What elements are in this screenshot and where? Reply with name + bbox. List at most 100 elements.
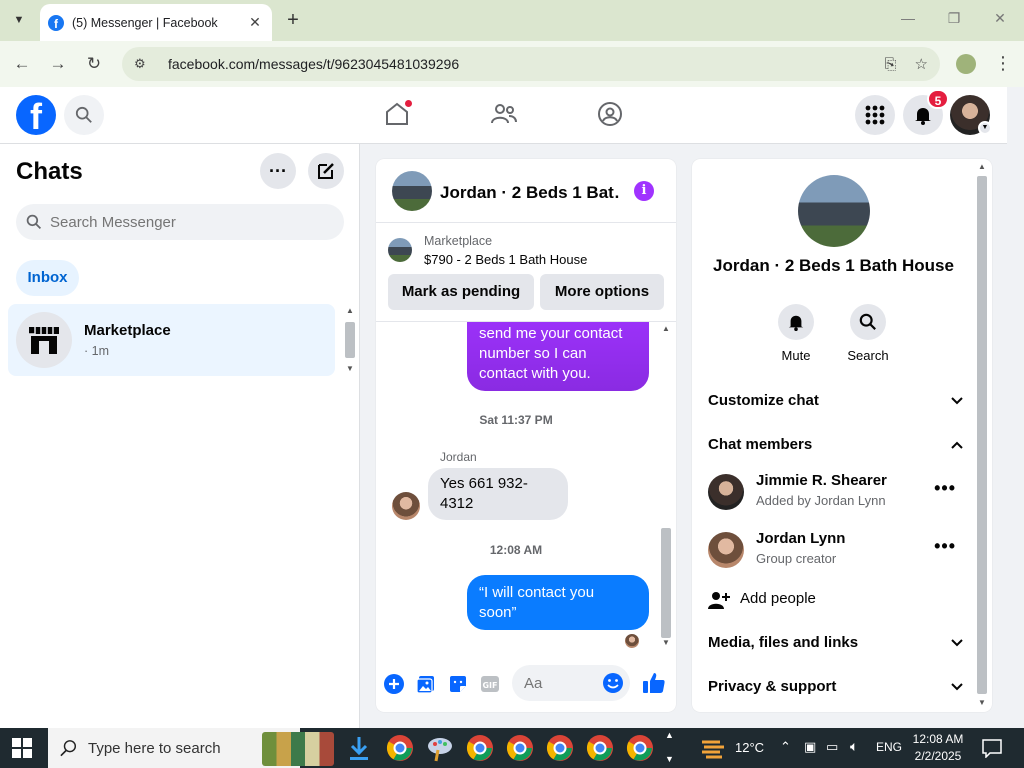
messenger-search-input[interactable] bbox=[50, 213, 330, 231]
info-panel-scrollbar[interactable]: ▲ ▼ bbox=[975, 162, 989, 710]
chats-options-button[interactable]: ··· bbox=[260, 153, 296, 189]
member-row[interactable]: Jimmie R. Shearer Added by Jordan Lynn •… bbox=[708, 468, 964, 516]
facebook-logo-icon[interactable]: f bbox=[16, 95, 56, 135]
sticker-icon[interactable] bbox=[447, 673, 469, 695]
widget-books-icon[interactable] bbox=[262, 732, 334, 766]
show-hidden-icons-chevron-icon[interactable]: ⌃ bbox=[780, 739, 791, 755]
add-person-icon bbox=[708, 592, 730, 609]
message-bubble-outgoing[interactable]: send me your contact number so I can con… bbox=[467, 322, 649, 391]
facebook-search-icon[interactable] bbox=[64, 95, 104, 135]
windows-start-icon[interactable] bbox=[12, 738, 32, 758]
meet-now-icon[interactable]: ▣ bbox=[804, 739, 816, 755]
messenger-search-field[interactable] bbox=[16, 204, 344, 240]
chrome-icon[interactable] bbox=[506, 734, 534, 762]
member-row[interactable]: Jordan Lynn Group creator ••• bbox=[708, 526, 964, 574]
messages-scroll-thumb[interactable] bbox=[661, 528, 671, 638]
privacy-support-row[interactable]: Privacy & support bbox=[708, 678, 964, 695]
clock-date[interactable]: 2/2/2025 bbox=[912, 749, 964, 763]
jordan-avatar[interactable] bbox=[392, 492, 420, 520]
chats-title: Chats bbox=[16, 158, 83, 185]
language-indicator[interactable]: ENG bbox=[876, 740, 902, 754]
chat-members-row[interactable]: Chat members bbox=[708, 436, 964, 453]
site-settings-icon[interactable]: ⚙ bbox=[134, 56, 152, 72]
forward-arrow-icon[interactable]: → bbox=[47, 53, 69, 75]
notifications-center-icon[interactable] bbox=[982, 738, 1002, 758]
new-tab-plus-icon[interactable]: + bbox=[283, 9, 303, 32]
tab-title: (5) Messenger | Facebook bbox=[72, 15, 218, 30]
conversation-title[interactable]: Jordan · 2 Beds 1 Bat… bbox=[440, 183, 620, 203]
scroll-down-icon[interactable]: ▼ bbox=[346, 364, 354, 373]
chrome-icon[interactable] bbox=[466, 734, 494, 762]
weather-icon[interactable] bbox=[700, 736, 726, 760]
thread-marketplace[interactable]: Marketplace · 1m bbox=[8, 304, 335, 376]
listing-price-title[interactable]: $790 - 2 Beds 1 Bath House bbox=[424, 252, 587, 267]
chrome-icon[interactable] bbox=[626, 734, 654, 762]
friends-icon[interactable] bbox=[489, 99, 519, 129]
search-in-conversation-button[interactable]: Search bbox=[838, 304, 898, 363]
minimize-icon[interactable]: — bbox=[898, 10, 918, 26]
network-icon[interactable]: ▭ bbox=[826, 739, 838, 755]
like-thumbs-up-icon[interactable] bbox=[642, 671, 666, 695]
message-input[interactable] bbox=[524, 674, 594, 692]
scroll-down-icon[interactable]: ▼ bbox=[662, 638, 670, 647]
scroll-down-icon[interactable]: ▼ bbox=[978, 698, 986, 707]
account-chevron-down-icon[interactable]: ▼ bbox=[978, 121, 992, 135]
mark-as-pending-button[interactable]: Mark as pending bbox=[388, 274, 534, 310]
tab-close-icon[interactable]: ✕ bbox=[246, 14, 264, 31]
gif-icon[interactable]: GIF bbox=[479, 673, 501, 695]
chrome-icon[interactable] bbox=[386, 734, 414, 762]
member-avatar[interactable] bbox=[708, 532, 744, 568]
taskbar-scroll-up-icon[interactable]: ▲ bbox=[665, 730, 674, 740]
chrome-icon[interactable] bbox=[586, 734, 614, 762]
group-photo[interactable] bbox=[798, 175, 870, 247]
scroll-up-icon[interactable]: ▲ bbox=[346, 306, 354, 315]
chats-scroll-thumb[interactable] bbox=[345, 322, 355, 358]
message-bubble-outgoing[interactable]: “I will contact you soon” bbox=[467, 575, 649, 630]
browser-profile-icon[interactable] bbox=[956, 54, 976, 74]
volume-icon[interactable]: 🔈︎ bbox=[850, 738, 858, 755]
page-scrollbar[interactable] bbox=[1007, 87, 1024, 728]
listing-thumbnail[interactable] bbox=[388, 238, 412, 262]
conversation-info-icon[interactable]: i bbox=[634, 181, 654, 201]
inbox-filter-tab[interactable]: Inbox bbox=[16, 260, 79, 296]
member-options-icon[interactable]: ••• bbox=[934, 536, 956, 557]
media-files-links-row[interactable]: Media, files and links bbox=[708, 634, 964, 651]
message-bubble-incoming[interactable]: Yes 661 932- 4312 bbox=[428, 468, 568, 520]
message-input-field[interactable] bbox=[512, 665, 630, 701]
groups-icon[interactable] bbox=[595, 99, 625, 129]
add-people-row[interactable]: Add people bbox=[708, 590, 964, 609]
more-options-button[interactable]: More options bbox=[540, 274, 664, 310]
info-scroll-thumb[interactable] bbox=[977, 176, 987, 694]
back-arrow-icon[interactable]: ← bbox=[11, 53, 33, 75]
new-message-button[interactable] bbox=[308, 153, 344, 189]
bookmark-star-icon[interactable]: ☆ bbox=[915, 55, 928, 73]
paint-app-icon[interactable] bbox=[426, 734, 454, 762]
chrome-icon[interactable] bbox=[546, 734, 574, 762]
window-close-icon[interactable]: ✕ bbox=[990, 10, 1010, 27]
omnibox[interactable]: ⚙ facebook.com/messages/t/96230454810392… bbox=[122, 47, 940, 81]
scroll-up-icon[interactable]: ▲ bbox=[978, 162, 986, 171]
clock-time[interactable]: 12:08 AM bbox=[912, 732, 964, 746]
attach-photo-icon[interactable] bbox=[415, 673, 437, 695]
tab-search-chevron-icon[interactable]: ▼ bbox=[6, 8, 32, 32]
messages-scrollbar[interactable]: ▲ ▼ bbox=[659, 322, 673, 652]
menu-grid-icon[interactable] bbox=[855, 95, 895, 135]
url-text[interactable]: facebook.com/messages/t/9623045481039296 bbox=[168, 56, 867, 72]
install-app-icon[interactable]: ⎘ bbox=[885, 56, 897, 73]
downloads-arrow-icon[interactable] bbox=[345, 734, 373, 762]
scroll-up-icon[interactable]: ▲ bbox=[662, 324, 670, 333]
member-options-icon[interactable]: ••• bbox=[934, 478, 956, 499]
browser-menu-icon[interactable]: ⋮ bbox=[994, 53, 1012, 74]
taskbar-scroll-down-icon[interactable]: ▼ bbox=[665, 754, 674, 764]
weather-temp[interactable]: 12°C bbox=[735, 740, 764, 755]
browser-tab-messenger[interactable]: f (5) Messenger | Facebook ✕ bbox=[40, 4, 272, 41]
mute-button[interactable]: Mute bbox=[766, 304, 826, 363]
restore-icon[interactable]: ❐ bbox=[944, 10, 964, 27]
chats-scrollbar[interactable]: ▲ ▼ bbox=[343, 306, 357, 376]
emoji-icon[interactable] bbox=[602, 672, 624, 694]
customize-chat-row[interactable]: Customize chat bbox=[708, 392, 964, 409]
reload-icon[interactable]: ↻ bbox=[83, 53, 105, 75]
member-avatar[interactable] bbox=[708, 474, 744, 510]
conversation-avatar[interactable] bbox=[392, 171, 432, 211]
more-actions-plus-icon[interactable] bbox=[383, 673, 405, 695]
